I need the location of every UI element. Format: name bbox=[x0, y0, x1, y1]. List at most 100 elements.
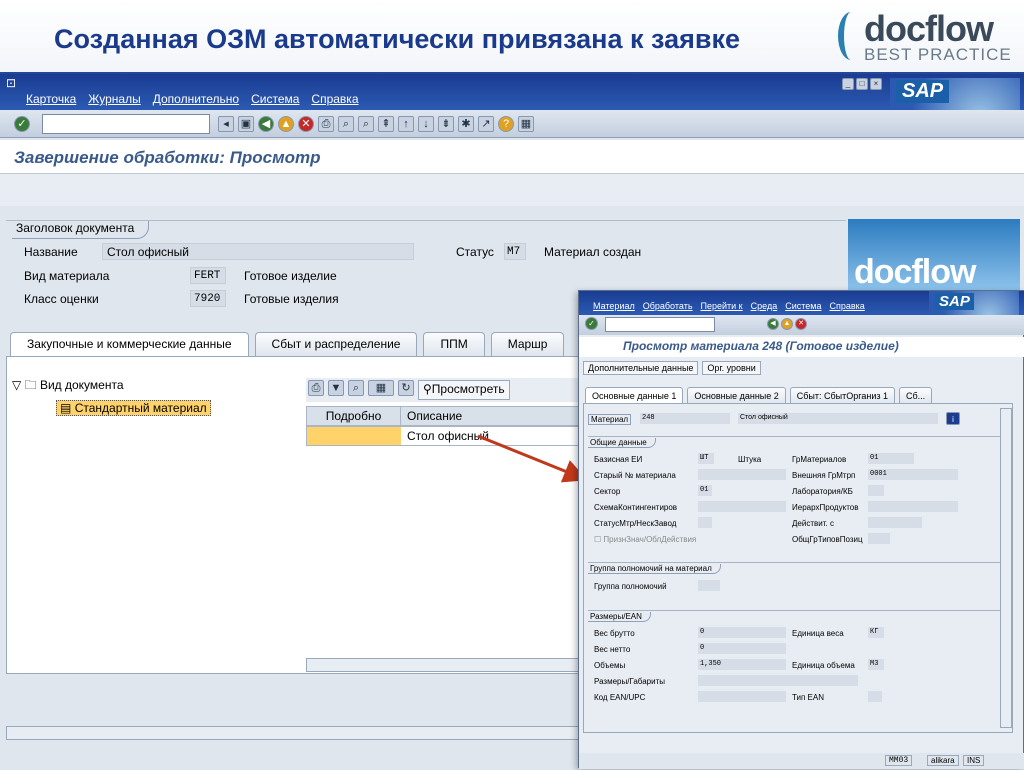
find-icon[interactable]: ⌕ bbox=[348, 380, 364, 396]
main-hscroll[interactable] bbox=[6, 726, 586, 740]
layout-icon[interactable]: ▦ bbox=[518, 116, 534, 132]
material-type-label: Вид материала bbox=[24, 269, 110, 283]
back-icon[interactable]: ◀ bbox=[258, 116, 274, 132]
tab-sales[interactable]: Сбыт и распределение bbox=[254, 332, 418, 356]
plant-status-field[interactable] bbox=[698, 517, 712, 528]
popup-cancel-icon[interactable]: ✕ bbox=[795, 318, 807, 330]
menu-item-system[interactable]: Система bbox=[251, 92, 299, 106]
sector-field[interactable]: 01 bbox=[698, 485, 712, 496]
command-field[interactable] bbox=[42, 114, 210, 134]
dimensions-field[interactable] bbox=[698, 675, 858, 686]
scheme-field[interactable] bbox=[698, 501, 786, 512]
tab-more[interactable]: Сб... bbox=[899, 387, 933, 404]
alv-hscroll[interactable] bbox=[306, 658, 586, 672]
info-icon[interactable]: i bbox=[946, 412, 960, 425]
flag-checkbox-text: ПризнЗнач/ОблДействия bbox=[603, 535, 697, 544]
tree-node-selected[interactable]: ▤ Стандартный материал bbox=[56, 400, 211, 416]
tab-purchasing[interactable]: Закупочные и коммерческие данные bbox=[10, 332, 249, 356]
ext-group-field[interactable]: 0001 bbox=[868, 469, 958, 480]
popup-menu-material[interactable]: Материал bbox=[593, 301, 635, 311]
window-menu-icon[interactable]: ⊡ bbox=[6, 76, 16, 90]
additional-data-button[interactable]: Дополнительные данные bbox=[583, 361, 699, 375]
material-group-field[interactable]: 01 bbox=[868, 453, 914, 464]
last-page-icon[interactable]: ⇟ bbox=[438, 116, 454, 132]
tab-ppm[interactable]: ППМ bbox=[423, 332, 485, 356]
org-levels-button[interactable]: Орг. уровни bbox=[702, 361, 761, 375]
refresh-icon[interactable]: ↻ bbox=[398, 380, 414, 396]
ean-type-label: Тип EAN bbox=[792, 693, 825, 702]
filter-icon[interactable]: ▼ bbox=[328, 380, 344, 396]
hierarchy-field[interactable] bbox=[868, 501, 958, 512]
help-icon[interactable]: ? bbox=[498, 116, 514, 132]
popup-app-toolbar: Дополнительные данные Орг. уровни bbox=[583, 361, 761, 375]
sector-label: Сектор bbox=[594, 487, 621, 496]
auth-group-field[interactable] bbox=[698, 580, 720, 591]
find-next-icon[interactable]: ⌕ bbox=[358, 116, 374, 132]
ean-field[interactable] bbox=[698, 691, 786, 702]
popup-menu-help[interactable]: Справка bbox=[829, 301, 864, 311]
screen-title-bar: Завершение обработки: Просмотр bbox=[0, 140, 1024, 174]
tab-routing[interactable]: Маршр bbox=[490, 332, 565, 356]
gross-weight-field[interactable]: 0 bbox=[698, 627, 786, 638]
name-label: Название bbox=[24, 245, 78, 259]
save-icon[interactable]: ▣ bbox=[238, 116, 254, 132]
back-arrow-icon[interactable]: ◂ bbox=[218, 116, 234, 132]
maximize-icon[interactable]: □ bbox=[856, 78, 868, 90]
popup-status-bar: MM03 alikara INS bbox=[579, 753, 1024, 769]
tab-basic-data-2[interactable]: Основные данные 2 bbox=[687, 387, 786, 404]
name-field[interactable]: Стол офисный bbox=[102, 243, 414, 260]
menu-item-extras[interactable]: Дополнительно bbox=[153, 92, 239, 106]
popup-vscroll[interactable] bbox=[1000, 408, 1012, 728]
lab-field[interactable] bbox=[868, 485, 884, 496]
print-icon[interactable]: ⎙ bbox=[308, 380, 324, 396]
view-button[interactable]: ⚲Просмотреть bbox=[418, 380, 510, 400]
old-material-field[interactable] bbox=[698, 469, 786, 480]
checkbox-icon: ☐ bbox=[594, 535, 602, 544]
valuation-class-label: Класс оценки bbox=[24, 292, 99, 306]
first-page-icon[interactable]: ⇞ bbox=[378, 116, 394, 132]
base-uom-field[interactable]: ШТ bbox=[698, 453, 714, 464]
print-icon[interactable]: ⎙ bbox=[318, 116, 334, 132]
popup-menu-env[interactable]: Среда bbox=[751, 301, 778, 311]
popup-command-field[interactable] bbox=[605, 317, 715, 332]
weight-unit-field[interactable]: КГ bbox=[868, 627, 884, 638]
cancel-icon[interactable]: ✕ bbox=[298, 116, 314, 132]
popup-back-icon[interactable]: ◀ bbox=[767, 318, 779, 330]
popup-menu-goto[interactable]: Перейти к bbox=[701, 301, 743, 311]
menu-item-help[interactable]: Справка bbox=[311, 92, 358, 106]
tab-sales-org-1[interactable]: Сбыт: СбытОрганиз 1 bbox=[789, 387, 895, 404]
layout-icon[interactable]: ▦ bbox=[368, 380, 394, 396]
menu-item-card[interactable]: Карточка bbox=[26, 92, 76, 106]
tab-basic-data-1[interactable]: Основные данные 1 bbox=[585, 387, 684, 404]
docflow-logo: docflow BEST PRACTICE bbox=[838, 8, 1018, 68]
ean-type-field[interactable] bbox=[868, 691, 882, 702]
prev-page-icon[interactable]: ↑ bbox=[398, 116, 414, 132]
popup-menu-edit[interactable]: Обработать bbox=[643, 301, 693, 311]
new-session-icon[interactable]: ✱ bbox=[458, 116, 474, 132]
cell-detail[interactable] bbox=[307, 427, 401, 445]
net-weight-field[interactable]: 0 bbox=[698, 643, 786, 654]
minimize-icon[interactable]: _ bbox=[842, 78, 854, 90]
col-detail[interactable]: Подробно bbox=[307, 407, 401, 425]
volume-unit-field[interactable]: М3 bbox=[868, 659, 884, 670]
volume-field[interactable]: 1,350 bbox=[698, 659, 786, 670]
menu-item-journals[interactable]: Журналы bbox=[88, 92, 140, 106]
popup-menu-system[interactable]: Система bbox=[785, 301, 821, 311]
flag-checkbox-label[interactable]: ☐ ПризнЗнач/ОблДействия bbox=[594, 535, 696, 544]
close-icon[interactable]: × bbox=[870, 78, 882, 90]
popup-exit-icon[interactable]: ▲ bbox=[781, 318, 793, 330]
expand-icon[interactable]: ▽ bbox=[12, 378, 21, 392]
group-authorization: Группа полномочий на материал bbox=[588, 564, 721, 574]
valid-from-field[interactable] bbox=[868, 517, 922, 528]
material-icon: ▤ bbox=[60, 401, 72, 415]
shortcut-icon[interactable]: ↗ bbox=[478, 116, 494, 132]
tree-root[interactable]: Вид документа bbox=[40, 378, 124, 392]
exit-icon[interactable]: ▲ bbox=[278, 116, 294, 132]
find-icon[interactable]: ⌕ bbox=[338, 116, 354, 132]
enter-icon[interactable]: ✓ bbox=[14, 116, 30, 132]
col-description[interactable]: Описание bbox=[401, 407, 585, 425]
gen-item-group-field[interactable] bbox=[868, 533, 890, 544]
next-page-icon[interactable]: ↓ bbox=[418, 116, 434, 132]
lab-label: Лаборатория/КБ bbox=[792, 487, 853, 496]
popup-enter-icon[interactable]: ✓ bbox=[585, 317, 598, 330]
